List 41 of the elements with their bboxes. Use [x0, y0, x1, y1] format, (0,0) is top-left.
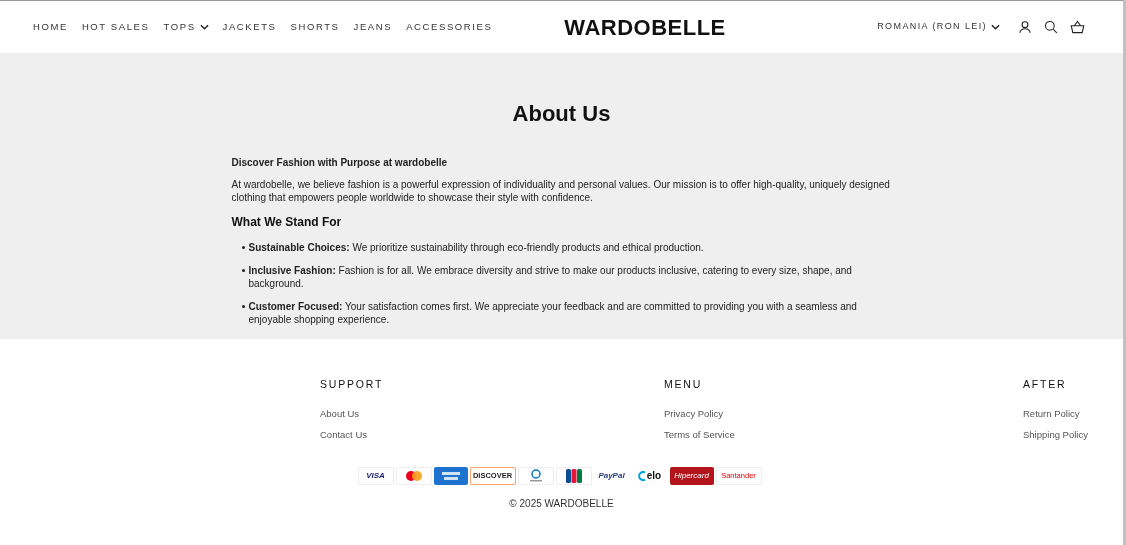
- value-point: Sustainable Choices: We prioritize sustainability through eco-friendly products and ethical production.: [248, 241, 704, 254]
- amex-logo: [433, 466, 468, 485]
- basket-icon[interactable]: [1070, 20, 1085, 34]
- account-icon[interactable]: [1018, 20, 1032, 34]
- footer-link[interactable]: Return Policy: [1023, 406, 1123, 420]
- nav-link[interactable]: HOT SALES: [81, 19, 150, 35]
- nav-link[interactable]: TOPS: [163, 19, 209, 35]
- footer-link[interactable]: About Us: [320, 406, 664, 420]
- section-heading: What We Stand For: [231, 216, 343, 229]
- footer-link[interactable]: Privacy Policy: [664, 406, 1023, 420]
- intro-paragraph: At wardobelle, we believe fashion is a powerful expression of individuality and personal values. Our mission is to offer high-quality, uniquely designed clothing that empowers people worldwide to showcase their style with confidence.: [231, 178, 891, 204]
- footer-link[interactable]: Contact Us: [320, 427, 664, 441]
- value-point: Inclusive Fashion: Fashion is for all. We embrace diversity and strive to make our products inclusive, catering to every size, shape, and background.: [248, 264, 853, 290]
- jcb-logo: [555, 466, 592, 485]
- hipercard-logo: Hipercard: [669, 466, 714, 485]
- footer-link[interactable]: Shipping Policy: [1023, 427, 1123, 441]
- value-point: Customer Focused: Your satisfaction comes first. We appreciate your feedback and are committed to providing you with a seamless and enjoyable shopping experience.: [248, 300, 858, 326]
- bullet: [241, 246, 245, 249]
- nav-link[interactable]: JEANS: [353, 19, 393, 35]
- footer-link[interactable]: Terms of Service: [664, 427, 1023, 441]
- scrollbar[interactable]: [1123, 0, 1126, 545]
- nav-link[interactable]: SHORTS: [290, 19, 340, 35]
- bullet: [241, 269, 245, 272]
- intro-heading: Discover Fashion with Purpose at wardobelle: [231, 156, 449, 169]
- mastercard-logo: [395, 466, 432, 485]
- visa-logo: VISA: [357, 466, 394, 485]
- page-title: About Us: [512, 100, 611, 128]
- footer-heading: SUPPORT: [320, 377, 385, 392]
- diners-logo: [517, 466, 554, 485]
- nav-link[interactable]: HOME: [33, 19, 68, 35]
- chevron-down-icon: [199, 24, 209, 30]
- nav-link[interactable]: JACKETS: [222, 19, 277, 35]
- country-selector[interactable]: ROMANIA (RON LEI): [877, 20, 1000, 34]
- footer-heading: MENU: [664, 377, 704, 392]
- bullet: [241, 305, 245, 308]
- logo[interactable]: WARDOBELLE: [564, 10, 726, 44]
- footer-heading: AFTER: [1023, 377, 1068, 392]
- chevron-down-icon: [991, 24, 1000, 30]
- nav-link[interactable]: ACCESSORIES: [406, 19, 493, 35]
- copyright: © 2025 WARDOBELLE: [509, 496, 614, 511]
- search-icon[interactable]: [1044, 20, 1058, 34]
